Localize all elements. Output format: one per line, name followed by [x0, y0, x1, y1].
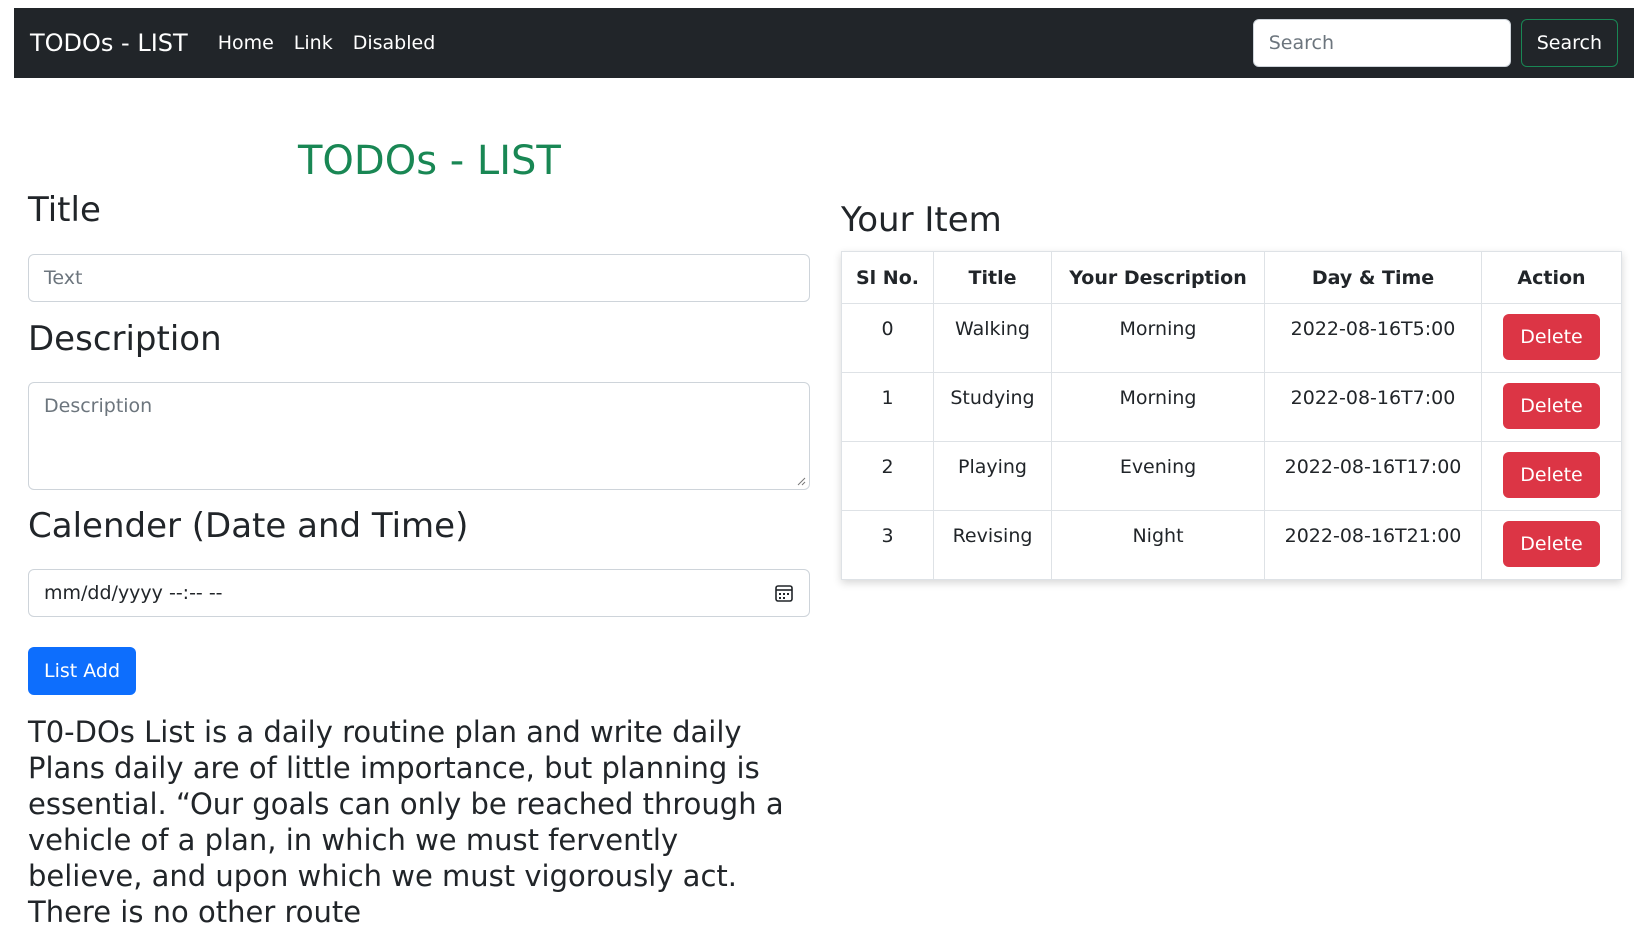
cell-description: Evening	[1051, 441, 1265, 511]
navbar-search-form: Search Search	[1252, 19, 1618, 67]
delete-button[interactable]: Delete	[1503, 521, 1600, 567]
title-label: Title	[28, 190, 101, 230]
description-textarea[interactable]: Description	[28, 382, 810, 490]
cell-datetime: 2022-08-16T5:00	[1264, 303, 1482, 373]
calendar-icon[interactable]	[774, 583, 794, 603]
datetime-input[interactable]: mm/dd/yyyy --:-- --	[28, 569, 810, 617]
column-header-description: Your Description	[1051, 251, 1265, 304]
cell-title: Walking	[933, 303, 1052, 373]
cell-action: Delete	[1481, 303, 1622, 373]
nav-link-disabled: Disabled	[352, 32, 436, 54]
nav-links: Home Link Disabled	[218, 32, 436, 54]
delete-button[interactable]: Delete	[1503, 452, 1600, 498]
search-button[interactable]: Search	[1520, 19, 1618, 67]
table-header-row: Sl No. Title Your Description Day & Time…	[841, 251, 1622, 304]
delete-button[interactable]: Delete	[1503, 383, 1600, 429]
calendar-label: Calender (Date and Time)	[28, 506, 469, 546]
datetime-value: mm/dd/yyyy --:-- --	[44, 582, 223, 604]
cell-description: Morning	[1051, 303, 1265, 373]
column-header-action: Action	[1481, 251, 1622, 304]
quote-text: T0-DOs List is a daily routine plan and …	[28, 715, 784, 929]
description-label: Description	[28, 319, 222, 359]
cell-action: Delete	[1481, 372, 1622, 442]
cell-description: Morning	[1051, 372, 1265, 442]
table-row: 0 Walking Morning 2022-08-16T5:00 Delete	[841, 303, 1622, 373]
resize-handle-icon[interactable]	[796, 476, 806, 486]
table-row: 3 Revising Night 2022-08-16T21:00 Delete	[841, 510, 1622, 580]
cell-sl: 2	[841, 441, 934, 511]
cell-title: Revising	[933, 510, 1052, 580]
cell-sl: 0	[841, 303, 934, 373]
column-header-datetime: Day & Time	[1264, 251, 1482, 304]
cell-action: Delete	[1481, 510, 1622, 580]
navbar: TODOs - LIST Home Link Disabled Search S…	[14, 8, 1634, 78]
cell-title: Studying	[933, 372, 1052, 442]
description-placeholder: Description	[44, 395, 153, 417]
navbar-brand[interactable]: TODOs - LIST	[30, 29, 188, 57]
cell-datetime: 2022-08-16T21:00	[1264, 510, 1482, 580]
delete-button[interactable]: Delete	[1503, 314, 1600, 360]
nav-link-link[interactable]: Link	[294, 32, 333, 54]
cell-sl: 3	[841, 510, 934, 580]
cell-description: Night	[1051, 510, 1265, 580]
items-table: Sl No. Title Your Description Day & Time…	[841, 251, 1622, 580]
list-add-button[interactable]: List Add	[28, 647, 137, 695]
column-header-title: Title	[933, 251, 1052, 304]
search-input[interactable]: Search	[1252, 19, 1511, 67]
table-row: 1 Studying Morning 2022-08-16T7:00 Delet…	[841, 372, 1622, 442]
items-table-card: Sl No. Title Your Description Day & Time…	[841, 251, 1622, 580]
cell-datetime: 2022-08-16T17:00	[1264, 441, 1482, 511]
cell-action: Delete	[1481, 441, 1622, 511]
cell-title: Playing	[933, 441, 1052, 511]
cell-datetime: 2022-08-16T7:00	[1264, 372, 1482, 442]
items-heading: Your Item	[841, 200, 1002, 240]
table-row: 2 Playing Evening 2022-08-16T17:00 Delet…	[841, 441, 1622, 511]
page-title: TODOs - LIST	[298, 138, 561, 184]
nav-link-home[interactable]: Home	[218, 32, 274, 54]
column-header-sl: Sl No.	[841, 251, 934, 304]
cell-sl: 1	[841, 372, 934, 442]
title-input[interactable]: Text	[28, 254, 810, 302]
